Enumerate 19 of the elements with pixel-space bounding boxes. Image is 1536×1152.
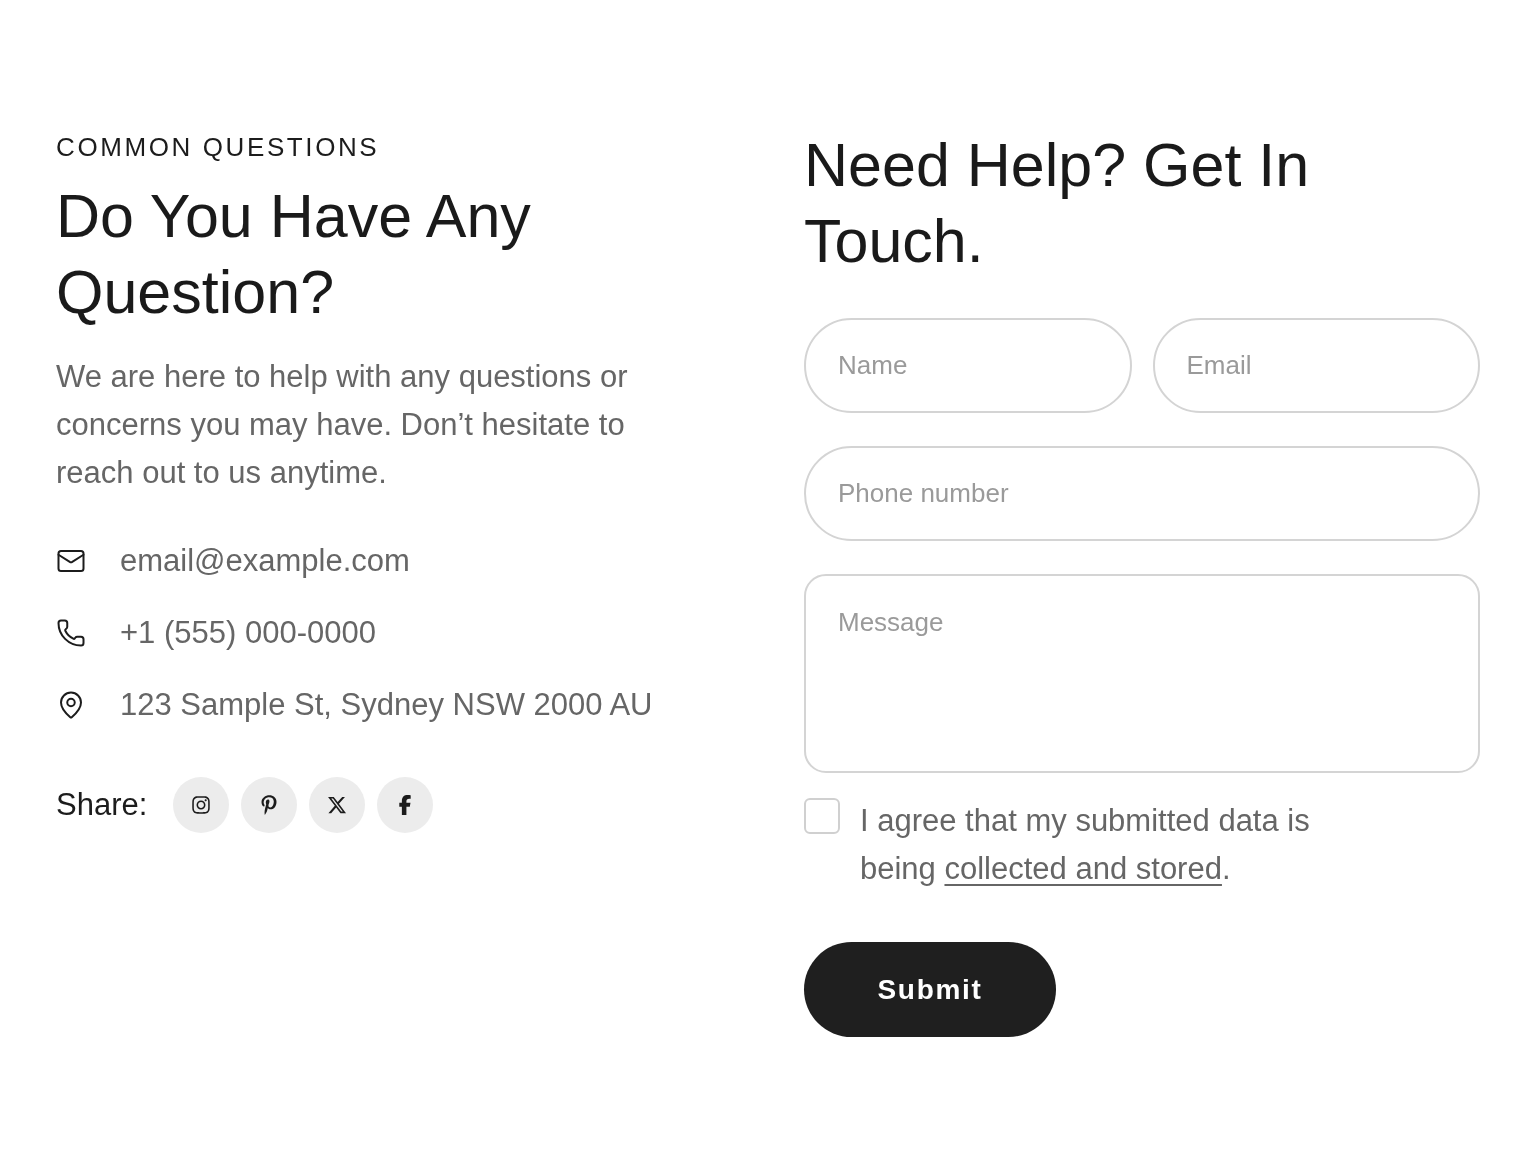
form-heading: Need Help? Get In Touch.	[804, 130, 1311, 277]
x-logo-icon	[327, 795, 348, 815]
text-field[interactable]: Name	[804, 318, 1132, 413]
contact-text: +1 (555) 000-0000	[120, 615, 376, 651]
message-field[interactable]: Message	[804, 574, 1480, 773]
contact-text: email@example.com	[120, 543, 410, 579]
instagram-icon	[191, 795, 212, 815]
consent-checkbox[interactable]	[804, 798, 840, 834]
consent-text: I agree that my submitted data is being collected and stored.	[860, 802, 1311, 888]
section-heading: Do You Have Any Question?	[56, 181, 532, 328]
text-field[interactable]: Phone number	[804, 446, 1480, 541]
submit-button[interactable]: Submit	[804, 942, 1056, 1037]
section-eyebrow: COMMON QUESTIONS	[56, 131, 381, 163]
section-description: We are here to help with any questions or concerns you may have. Don’t hesitate to reach out to us anytime.	[56, 358, 629, 492]
text-field[interactable]: Email	[1152, 318, 1480, 413]
share-label: Share:	[56, 787, 148, 823]
consent-link[interactable]: collected and stored	[944, 851, 1222, 886]
phone-icon	[56, 618, 86, 648]
contact-text: 123 Sample St, Sydney NSW 2000 AU	[120, 687, 653, 723]
